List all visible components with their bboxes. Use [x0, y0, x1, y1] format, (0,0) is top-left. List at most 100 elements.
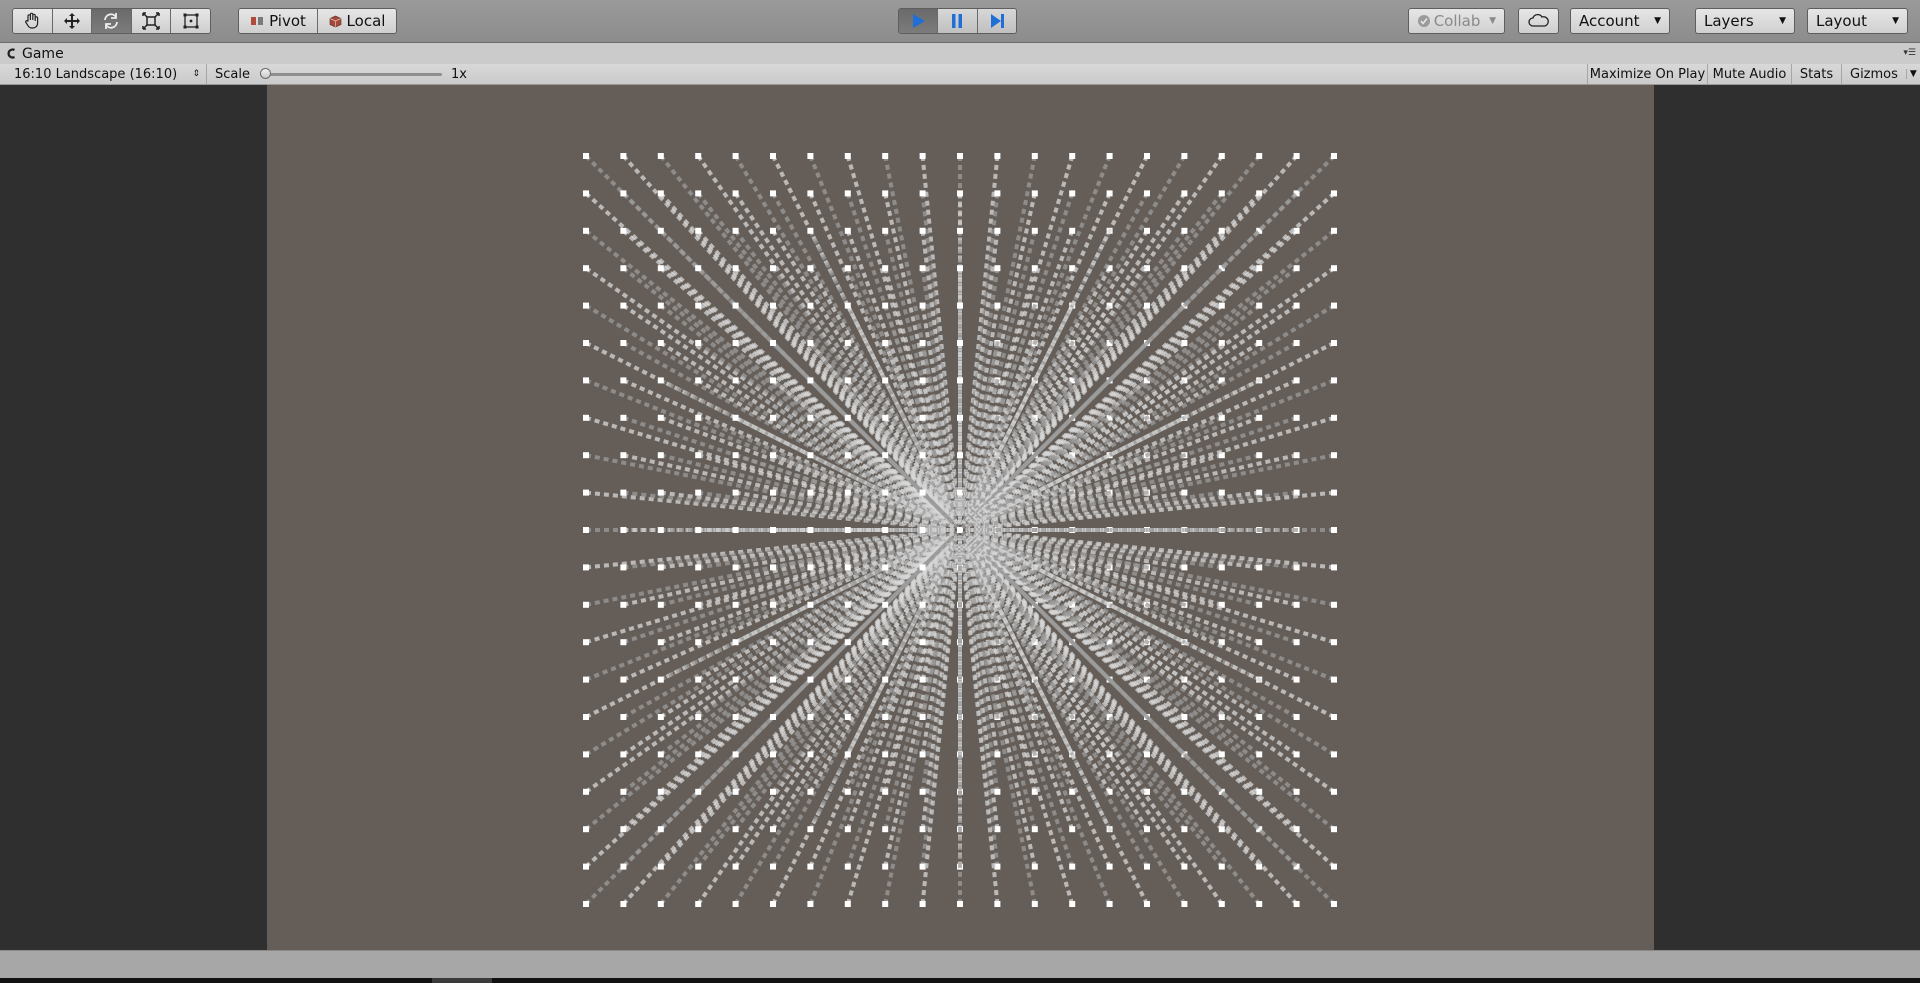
cube	[583, 265, 589, 272]
play-button[interactable]	[899, 9, 939, 33]
game-viewport[interactable]	[0, 85, 1920, 950]
cube	[1331, 377, 1337, 384]
cube	[844, 639, 851, 646]
cube	[807, 265, 814, 272]
main-toolbar: Pivot Local Collab ▼ Account ▼ Layers ▼ …	[0, 0, 1920, 43]
cube	[583, 714, 589, 720]
cube	[732, 265, 739, 272]
cube	[732, 639, 739, 646]
cloud-button[interactable]	[1518, 8, 1559, 34]
cube	[1218, 901, 1225, 907]
cube	[770, 601, 776, 608]
cube	[1031, 863, 1038, 870]
cube	[844, 826, 851, 833]
layout-label: Layout	[1816, 12, 1867, 30]
cube	[882, 302, 889, 309]
local-button[interactable]: Local	[318, 9, 396, 33]
cube	[844, 527, 851, 533]
cube	[957, 302, 963, 309]
cube	[583, 863, 589, 870]
collab-dropdown[interactable]: Collab ▼	[1408, 8, 1505, 34]
cube	[583, 227, 589, 234]
scale-control: Scale 1x	[206, 64, 476, 84]
cube	[1293, 714, 1300, 720]
cube	[1331, 452, 1337, 459]
move-tool-button[interactable]	[52, 9, 93, 33]
cube	[657, 227, 664, 234]
cube	[620, 452, 627, 459]
cube	[732, 901, 739, 907]
cube	[957, 452, 963, 459]
cube	[1331, 676, 1337, 683]
cube	[844, 452, 851, 459]
cube	[1218, 863, 1225, 870]
cube	[1293, 601, 1300, 608]
playmode-controls	[898, 8, 1017, 34]
hand-icon	[25, 12, 39, 29]
rect-tool-button[interactable]	[171, 9, 210, 33]
stats-toggle[interactable]: Stats	[1791, 64, 1841, 84]
maximize-on-play-toggle[interactable]: Maximize On Play	[1587, 64, 1707, 84]
layout-dropdown[interactable]: Layout ▼	[1807, 8, 1908, 34]
cube	[1181, 788, 1188, 795]
cube	[807, 414, 814, 421]
cube	[732, 414, 739, 421]
cube	[620, 377, 627, 384]
cube	[844, 901, 851, 907]
cube	[1256, 452, 1263, 459]
cube	[919, 601, 926, 608]
aspect-ratio-dropdown[interactable]: 16:10 Landscape (16:10) ⇕	[0, 64, 206, 84]
gizmos-dropdown[interactable]: Gizmos ▼	[1841, 64, 1920, 84]
cube	[657, 302, 664, 309]
tab-game[interactable]: Game	[6, 43, 64, 64]
cube	[882, 227, 889, 234]
pause-button[interactable]	[938, 9, 978, 33]
mute-audio-label: Mute Audio	[1712, 66, 1787, 82]
cube	[1331, 901, 1337, 907]
cube	[657, 414, 664, 421]
cube	[583, 377, 589, 384]
cube	[919, 302, 926, 309]
cube	[583, 340, 589, 346]
cube-grid-render	[583, 153, 1337, 907]
chevron-down-icon[interactable]: ▼	[1905, 69, 1917, 79]
layers-dropdown[interactable]: Layers ▼	[1695, 8, 1795, 34]
cube	[807, 751, 814, 758]
cube	[807, 340, 814, 346]
cube	[1218, 302, 1225, 309]
cube	[583, 564, 589, 571]
panel-menu-icon[interactable]: ▾☰	[1903, 48, 1916, 58]
cube	[657, 452, 664, 459]
step-button[interactable]	[977, 9, 1016, 33]
local-label: Local	[346, 12, 386, 30]
cube	[807, 714, 814, 720]
cube	[695, 302, 702, 309]
cube	[919, 190, 926, 197]
scale-slider[interactable]	[259, 67, 442, 79]
cube	[732, 788, 739, 795]
cube	[1293, 751, 1300, 758]
cube	[1331, 153, 1337, 159]
cube	[807, 826, 814, 833]
cube	[1256, 153, 1263, 159]
rotate-tool-button[interactable]	[92, 9, 132, 33]
cube	[770, 190, 776, 197]
scale-tool-button[interactable]	[131, 9, 172, 33]
cube	[807, 302, 814, 309]
cube	[620, 414, 627, 421]
cube	[695, 601, 702, 608]
cube	[695, 639, 702, 646]
cube	[882, 676, 889, 683]
cube	[1106, 190, 1113, 197]
cube	[994, 826, 1001, 833]
mute-audio-toggle[interactable]: Mute Audio	[1707, 64, 1791, 84]
cube	[583, 601, 589, 608]
cube	[807, 527, 814, 533]
scale-slider-thumb[interactable]	[259, 67, 271, 79]
account-dropdown[interactable]: Account ▼	[1570, 8, 1670, 34]
hand-tool-button[interactable]	[13, 9, 53, 33]
cube	[695, 714, 702, 720]
pivot-button[interactable]: Pivot	[239, 9, 318, 33]
cube	[844, 601, 851, 608]
cube	[1069, 826, 1076, 833]
